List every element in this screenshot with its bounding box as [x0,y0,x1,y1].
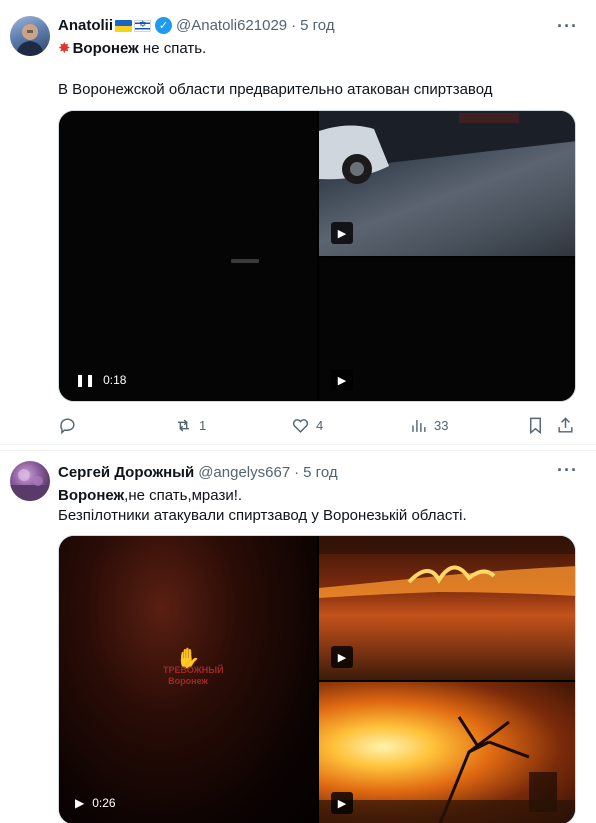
tweet-text: ,не спать,мрази!. [124,487,243,504]
author-handle[interactable]: @angelys667 [198,464,290,481]
timestamp[interactable]: 5 год [303,464,337,481]
hashtag-text: Воронеж [72,40,139,57]
views-count: 33 [434,417,449,433]
bookmark-icon [530,417,541,434]
tweet-text-line: ✸ Воронеж не спать. [58,39,206,59]
media-grid[interactable]: ❚❚ 0:18 ▶ ▶ [58,110,576,402]
repost-icon [177,418,190,432]
pause-icon[interactable]: ❚❚ [75,373,95,387]
tweet-header: Сергей Дорожный @angelys667 · 5 год [58,464,338,481]
ukraine-flag-icon [115,19,132,32]
more-dots-icon[interactable]: ··· [557,16,578,37]
tweet-text-line: Безпілотники атакували спиртзавод у Воро… [58,507,467,524]
separator-dot: · [294,464,300,481]
avatar[interactable] [10,461,50,501]
media-grid[interactable]: ✋ ТРЕВОЖНЫЙ Воронеж ▶ 0:26 ▶ ▶ [58,535,576,823]
play-icon[interactable]: ▶ [331,222,353,244]
like-button[interactable]: 4 [291,416,323,435]
views-button[interactable]: 33 [409,416,448,435]
share-icon [558,416,573,433]
tweet[interactable]: Anatolii ✓ @Anatoli621029 · 5 год ··· ✸В… [0,0,596,445]
reply-button[interactable] [58,416,77,435]
play-icon[interactable]: ▶ [331,792,353,814]
video-duration: 0:26 [92,796,116,810]
tweet[interactable]: Сергей Дорожный @angelys667 · 5 год ··· … [0,450,596,823]
tweet-text-line: Воронеж,не спать,мрази!. [58,486,242,506]
bookmark-button[interactable] [526,416,545,435]
channel-watermark: ✋ ТРЕВОЖНЫЙ Воронеж [163,648,224,704]
verified-badge-icon: ✓ [155,17,172,34]
video-controls[interactable]: ❚❚ 0:18 [75,373,126,387]
collision-emoji-icon: ✸ [58,40,71,57]
author-name[interactable]: Сергей Дорожный [58,464,194,481]
video-tile[interactable]: ❚❚ 0:18 [59,111,317,401]
author-handle[interactable]: @Anatoli621029 [176,17,287,34]
hashtag-text: Воронеж [58,487,125,504]
tweet-text: не спать. [138,40,207,57]
hand-logo-icon: ✋ [175,648,201,670]
separator-dot: · [291,17,297,34]
reply-icon [60,417,75,434]
tweet-header: Anatolii ✓ @Anatoli621029 · 5 год [58,17,335,34]
views-icon [412,419,426,432]
video-tile[interactable]: ▶ [319,111,575,256]
video-tile[interactable]: ✋ ТРЕВОЖНЫЙ Воронеж ▶ 0:26 [59,536,317,823]
repost-button[interactable]: 1 [174,416,206,435]
more-dots-icon[interactable]: ··· [557,460,578,481]
tweet-actions: 1 4 33 [58,414,578,436]
watermark-line: Воронеж [168,676,208,686]
israel-flag-icon [134,19,151,32]
distant-lights [231,259,259,263]
video-tile[interactable]: ▶ [319,258,575,401]
timestamp[interactable]: 5 год [300,17,334,34]
share-button[interactable] [556,416,575,435]
author-name[interactable]: Anatolii [58,17,113,34]
repost-count: 1 [199,417,207,433]
video-tile[interactable]: ▶ [319,536,575,680]
like-count: 4 [316,417,324,433]
heart-icon [292,418,309,433]
video-controls[interactable]: ▶ 0:26 [75,796,116,810]
avatar[interactable] [10,16,50,56]
video-tile[interactable]: ▶ [319,682,575,823]
video-duration: 0:18 [103,373,127,387]
tweet-text-line: В Воронежской области предварительно ата… [58,81,493,98]
play-icon[interactable]: ▶ [331,646,353,668]
watermark-line: ТРЕВОЖНЫЙ [163,665,224,675]
play-icon[interactable]: ▶ [331,369,353,391]
play-icon[interactable]: ▶ [75,796,84,810]
